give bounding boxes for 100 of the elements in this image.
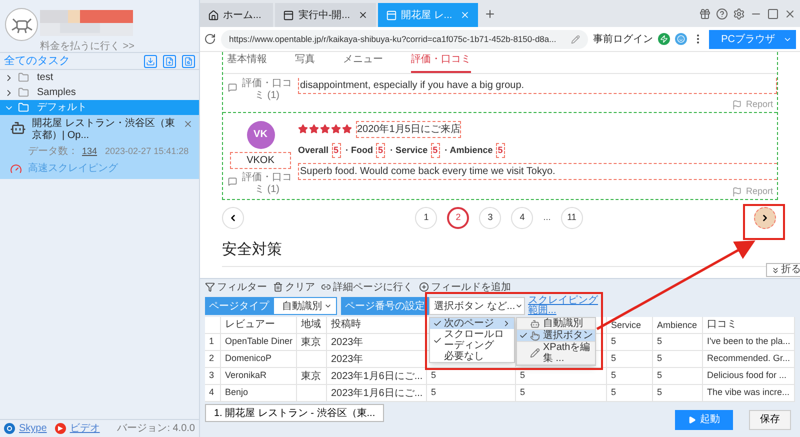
speed-gauge-icon <box>10 162 22 174</box>
pencil-icon <box>530 348 540 358</box>
menu-item[interactable]: スクロールローディング <box>430 329 514 351</box>
gift-icon[interactable] <box>699 8 711 20</box>
import-icon[interactable] <box>144 54 157 68</box>
link-icon <box>321 282 331 292</box>
pre-login-button[interactable]: 事前ログイン <box>593 32 654 46</box>
table-cell: 5 <box>607 368 653 385</box>
caret-icon <box>515 302 524 310</box>
folder-icon <box>18 72 29 83</box>
close-icon[interactable] <box>358 10 368 20</box>
column-header: Ambience <box>653 317 703 334</box>
table-cell: OpenTable Diner <box>221 334 297 351</box>
column-header: 投稿時 <box>327 317 427 334</box>
avatar-icon <box>5 8 38 41</box>
page-number-button[interactable]: 11 <box>560 206 583 228</box>
data-count-link[interactable]: 134 <box>82 144 98 158</box>
visit-date: 2020年1月5日にご来店 <box>356 120 462 138</box>
task-item[interactable]: 開花屋 レストラン・渋谷区（東京都）| Op... データ数： 134 2023-02-27 15:41:28 高速スクレイピング <box>0 115 199 179</box>
folder-icon <box>18 87 29 98</box>
table-cell: 2023年 <box>327 334 427 351</box>
toolbar-action[interactable]: フィルター <box>205 280 267 294</box>
next-page-button[interactable] <box>754 206 776 228</box>
rating-value: 5 <box>376 142 386 158</box>
review-text: Superb food. Would come back every time we visit Tokyo. <box>298 163 777 180</box>
play-icon <box>688 416 696 424</box>
previous-page-button[interactable] <box>222 206 244 228</box>
table-cell: Recommended. Gr... <box>703 351 796 368</box>
toolbar-action[interactable]: 詳細ページに行く <box>321 280 413 294</box>
table-cell: 5 <box>427 368 516 385</box>
caret-icon <box>324 302 332 310</box>
filter-icon <box>205 282 215 292</box>
section-heading: 安全対策 <box>222 240 282 258</box>
table-cell: 5 <box>516 368 607 385</box>
column-header: 口コミ <box>703 317 795 334</box>
browser-tab[interactable]: 実行中-開... <box>275 3 376 27</box>
chevron-left-icon <box>228 212 238 222</box>
page-icon <box>386 10 398 20</box>
new-tab-icon[interactable] <box>484 8 496 20</box>
search-task-icon[interactable] <box>182 54 195 68</box>
table-cell: 5 <box>607 334 653 351</box>
robot-icon <box>530 318 540 328</box>
page-number-select[interactable]: 選択ボタン など... <box>429 297 525 315</box>
skype-icon <box>4 423 15 434</box>
version-label: バージョン: 4.0.0 <box>117 422 195 436</box>
folder-item[interactable]: Samples <box>0 85 199 100</box>
page-number-button[interactable]: 1 <box>415 206 438 228</box>
toolbar-action[interactable]: フィールドを追加 <box>419 280 511 294</box>
menu-item[interactable]: XPathを編集 ... <box>517 342 595 365</box>
settings-icon[interactable] <box>733 8 745 20</box>
table-cell: 5 <box>653 334 703 351</box>
column-header: 地域 <box>297 317 327 334</box>
page-icon <box>283 10 294 20</box>
reload-icon[interactable] <box>204 33 216 45</box>
reviewer-name: VKOK <box>230 152 292 168</box>
table-cell: 2023年 <box>327 351 427 368</box>
folder-item[interactable]: test <box>0 70 199 85</box>
rating-label: · Food <box>346 144 374 156</box>
run-tab[interactable]: 1. 開花屋 レストラン - 渋谷区（東... <box>205 404 384 422</box>
menu-item[interactable]: 選択ボタン <box>517 330 595 342</box>
table-cell: Delicious food for ... <box>703 368 795 385</box>
table-cell: 2023年1月6日にご... <box>327 368 427 385</box>
task-title: 開花屋 レストラン・渋谷区（東京都）| Op... <box>32 118 176 142</box>
robot-icon <box>10 120 26 136</box>
page-number-button[interactable]: 3 <box>479 206 502 228</box>
comment-icon <box>228 83 237 92</box>
table-cell: 5 <box>653 368 703 385</box>
new-task-icon[interactable] <box>163 54 176 68</box>
edit-icon <box>571 34 580 44</box>
menu-item[interactable]: 次のページ <box>430 318 514 329</box>
all-tasks-label: 全てのタスク <box>4 54 71 69</box>
page-number-button[interactable]: 4 <box>511 206 534 228</box>
menu-item[interactable]: 必要なし <box>430 351 514 362</box>
review-count: 評価・口コミ (1) <box>241 172 293 196</box>
collapse-button[interactable]: 折る <box>766 263 800 277</box>
review-count: 評価・口コミ (1) <box>241 78 293 102</box>
table-cell: 5 <box>607 351 653 368</box>
review-text: disappointment, especially if you have a big group. <box>298 78 777 94</box>
maximize-icon[interactable] <box>767 8 779 20</box>
page-tab[interactable]: 評価・口コミ <box>411 52 471 73</box>
browser-tab[interactable]: ホーム... <box>200 3 274 27</box>
toolbar-action[interactable]: クリア <box>273 280 315 294</box>
url-field[interactable]: https://www.opentable.jp/r/kaikaya-shibuya-ku?corrid=ca1f075c-1b71-452b-8150-d8a... <box>221 30 588 48</box>
page-tab[interactable]: メニュー <box>343 52 383 73</box>
page-tab[interactable]: 基本情報 <box>227 52 267 73</box>
page-number-button[interactable]: 2 <box>447 206 470 228</box>
scraping-scope-link[interactable]: スクレイピング範囲... <box>528 296 600 316</box>
help-icon[interactable] <box>716 8 728 20</box>
bolt-icon[interactable] <box>658 33 670 45</box>
save-button[interactable]: 保存 <box>749 410 791 430</box>
table-cell: I've been to the pla... <box>703 334 796 351</box>
page-type-select[interactable]: 自動識別 <box>273 297 337 315</box>
page-tab[interactable]: 写真 <box>295 52 315 73</box>
rating-label: Overall <box>298 144 329 156</box>
table-cell: 東京 <box>297 368 327 385</box>
comment-icon <box>228 176 237 186</box>
smiley-icon[interactable] <box>675 33 688 45</box>
flag-icon <box>732 186 742 197</box>
flag-icon <box>732 100 742 110</box>
pointer-icon <box>530 330 540 340</box>
